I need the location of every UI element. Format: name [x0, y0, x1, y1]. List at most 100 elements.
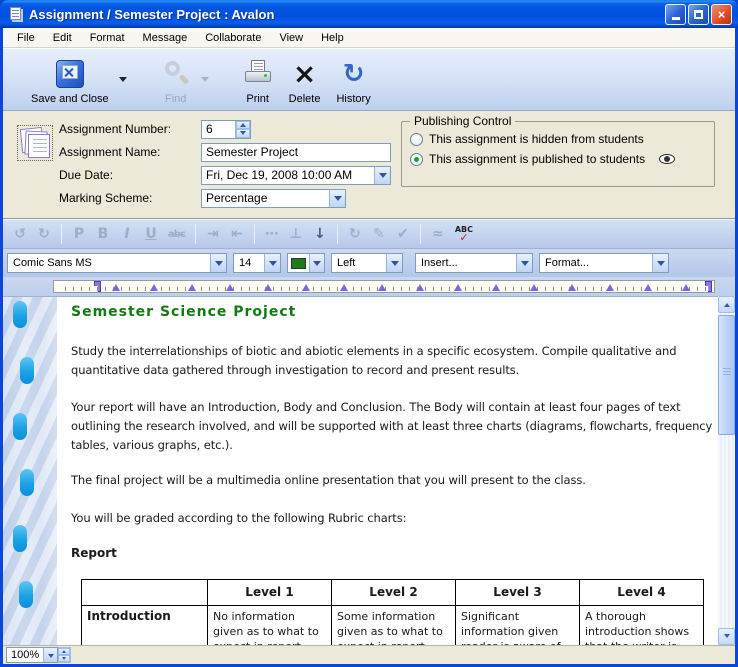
- radio-published-to-students[interactable]: [410, 153, 423, 166]
- ruler[interactable]: [53, 280, 715, 293]
- alignment-dropdown[interactable]: Left: [331, 253, 403, 273]
- cell-level3: Significant information given reader is …: [456, 606, 580, 646]
- menu-collaborate[interactable]: Collaborate: [197, 30, 269, 46]
- delete-label: Delete: [289, 93, 321, 105]
- assignment-number-label: Assignment Number:: [59, 122, 201, 136]
- delete-button[interactable]: × Delete: [281, 55, 329, 105]
- save-dropdown-arrow[interactable]: [119, 77, 127, 86]
- main-toolbar: Save and Close Find Print × Delete ↻ His…: [3, 48, 735, 111]
- binding-ring-icon: [13, 413, 27, 440]
- font-size-dropdown[interactable]: 14: [233, 253, 281, 273]
- radio-hidden-from-students[interactable]: [410, 133, 423, 146]
- due-date-chevron-icon[interactable]: [374, 167, 390, 184]
- history-label: History: [336, 93, 370, 105]
- number-spin-down[interactable]: [236, 129, 250, 138]
- indent-increase-icon[interactable]: ⇥: [206, 226, 220, 242]
- menu-edit[interactable]: Edit: [45, 30, 80, 46]
- binding-ring-icon: [19, 581, 33, 608]
- scrollbar-thumb[interactable]: [718, 315, 735, 435]
- vertical-scrollbar[interactable]: [718, 296, 735, 645]
- font-family-dropdown[interactable]: Comic Sans MS: [7, 253, 227, 273]
- assignment-name-input[interactable]: Semester Project: [201, 143, 391, 162]
- bold-icon[interactable]: B: [96, 226, 110, 242]
- scroll-down-button[interactable]: [718, 628, 735, 645]
- menu-bar: File Edit Format Message Collaborate Vie…: [3, 28, 735, 48]
- format-toolbar-icons: ↺ ↻ P B I U abc ⇥ ⇤ ⋯ ⊥ ↓ ↻ ✎ ✔ ≈ ABC ✓: [3, 219, 735, 249]
- header-cell-level3: Level 3: [456, 580, 580, 606]
- marking-scheme-dropdown[interactable]: Percentage: [201, 189, 346, 208]
- indent-decrease-icon[interactable]: ⇤: [230, 226, 244, 242]
- undo-icon[interactable]: ↺: [13, 226, 27, 242]
- align-chevron-icon[interactable]: [386, 254, 402, 272]
- print-button[interactable]: Print: [235, 55, 281, 105]
- paragraph: The final project will be a multimedia o…: [71, 471, 718, 490]
- insert-chevron-icon[interactable]: [516, 254, 532, 272]
- maximize-button[interactable]: [688, 4, 709, 25]
- save-and-close-button[interactable]: Save and Close: [23, 55, 117, 105]
- menu-view[interactable]: View: [271, 30, 311, 46]
- spellcheck-icon[interactable]: ABC ✓: [455, 226, 473, 242]
- color-swatch: [291, 258, 306, 269]
- approve-check-icon[interactable]: ✔: [396, 226, 410, 242]
- strikethrough-icon[interactable]: abc: [168, 229, 185, 240]
- marking-scheme-chevron-icon[interactable]: [329, 190, 345, 207]
- history-button[interactable]: ↻ History: [328, 55, 378, 105]
- table-header-row: Level 1 Level 2 Level 3 Level 4: [82, 580, 704, 606]
- table-row: Introduction No information given as to …: [82, 606, 704, 646]
- rubric-table: Level 1 Level 2 Level 3 Level 4 Introduc…: [81, 579, 704, 645]
- tab-leader-icon[interactable]: ⋯: [265, 226, 279, 242]
- edit-pencil-icon[interactable]: ✎: [372, 226, 386, 242]
- menu-help[interactable]: Help: [313, 30, 352, 46]
- print-icon: [243, 60, 273, 88]
- format-chevron-icon[interactable]: [652, 254, 668, 272]
- font-color-dropdown[interactable]: [287, 253, 325, 273]
- redo-icon[interactable]: ↻: [37, 226, 51, 242]
- close-button[interactable]: ×: [711, 4, 732, 25]
- zoom-stepper[interactable]: [58, 647, 71, 663]
- number-spin-up[interactable]: [236, 121, 250, 130]
- menu-message[interactable]: Message: [135, 30, 196, 46]
- zoom-dropdown[interactable]: 100%: [6, 647, 58, 663]
- plain-text-icon[interactable]: P: [72, 226, 86, 242]
- header-cell-level2: Level 2: [332, 580, 456, 606]
- find-label: Find: [165, 93, 186, 105]
- save-icon: [56, 60, 84, 88]
- color-chevron-icon[interactable]: [309, 254, 324, 272]
- paragraph: Your report will have an Introduction, B…: [71, 398, 718, 455]
- publishing-control-group: Publishing Control This assignment is hi…: [401, 121, 715, 187]
- application-window: Assignment / Semester Project : Avalon ×…: [0, 0, 738, 667]
- document-content: Semester Science Project Study the inter…: [71, 297, 718, 645]
- insert-dropdown[interactable]: Insert...: [415, 253, 533, 273]
- signature-icon[interactable]: ≈: [431, 226, 445, 242]
- menu-format[interactable]: Format: [82, 30, 133, 46]
- format-dropdown[interactable]: Format...: [539, 253, 669, 273]
- zoom-step-up[interactable]: [58, 648, 70, 655]
- font-chevron-icon[interactable]: [210, 254, 226, 272]
- header-cell-level1: Level 1: [208, 580, 332, 606]
- assignment-form: Assignment Number: 6 Assignment Name: Se…: [3, 111, 735, 219]
- underline-icon[interactable]: U: [144, 226, 158, 242]
- revert-icon[interactable]: ↻: [348, 226, 362, 242]
- paragraph: Study the interrelationships of biotic a…: [71, 342, 718, 380]
- zoom-step-down[interactable]: [58, 655, 70, 662]
- find-dropdown-arrow: [201, 77, 209, 86]
- format-toolbar-dropdowns: Comic Sans MS 14 Left Insert... Format..…: [3, 249, 735, 277]
- zoom-chevron-icon[interactable]: [43, 648, 57, 662]
- title-bar: Assignment / Semester Project : Avalon ×: [0, 0, 738, 28]
- scroll-up-button[interactable]: [718, 296, 735, 313]
- size-chevron-icon[interactable]: [264, 254, 280, 272]
- due-date-dropdown[interactable]: Fri, Dec 19, 2008 10:00 AM: [201, 166, 391, 185]
- published-option-label: This assignment is published to students: [429, 152, 645, 166]
- document-body[interactable]: Semester Science Project Study the inter…: [3, 296, 718, 645]
- move-down-icon[interactable]: ↓: [313, 226, 327, 242]
- header-cell-level4: Level 4: [580, 580, 704, 606]
- tab-stop-icon[interactable]: ⊥: [289, 226, 303, 242]
- marking-scheme-label: Marking Scheme:: [59, 191, 201, 205]
- menu-file[interactable]: File: [9, 30, 43, 46]
- minimize-icon: [672, 17, 680, 20]
- italic-icon[interactable]: I: [120, 226, 134, 242]
- assignment-number-field[interactable]: 6: [201, 120, 251, 139]
- section-heading: Report: [71, 544, 117, 563]
- binding-ring-icon: [20, 357, 34, 384]
- minimize-button[interactable]: [665, 4, 686, 25]
